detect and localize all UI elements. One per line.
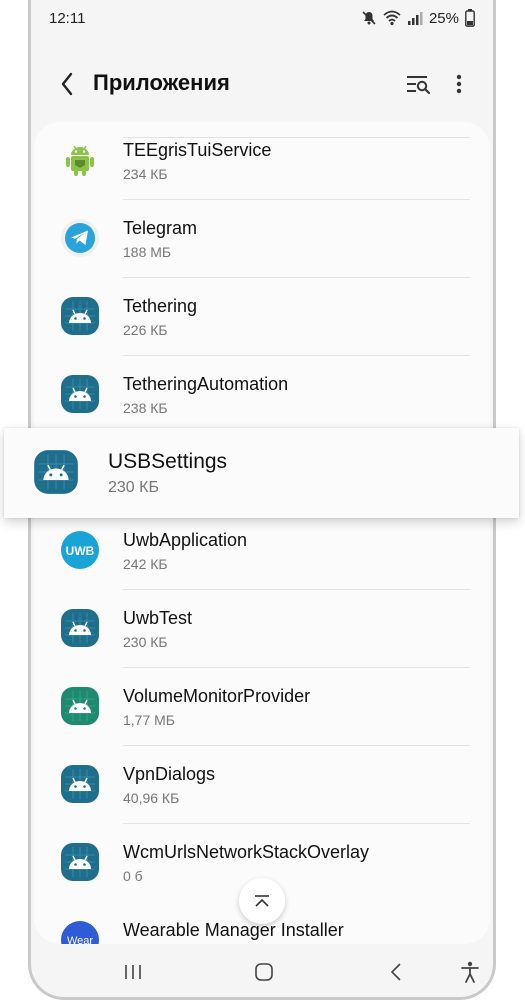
android-green-icon (66, 145, 94, 176)
app-size: 238 КБ (123, 400, 168, 416)
back-icon (390, 963, 401, 981)
wifi-icon (383, 10, 401, 26)
android-system-icon (61, 375, 99, 413)
android-system-icon (61, 765, 99, 803)
app-name: TEEgrisTuiService (123, 140, 272, 160)
app-name: TetheringAutomation (123, 374, 289, 394)
scroll-to-top-button[interactable] (239, 878, 285, 924)
list-item[interactable]: TEEgrisTuiService 234 КБ (34, 122, 490, 200)
app-name: Telegram (123, 218, 198, 238)
home-icon (255, 963, 273, 981)
android-system-icon (61, 843, 99, 881)
app-size: 242 КБ (123, 556, 168, 572)
app-size: 230 КБ (108, 479, 159, 496)
sort-search-icon (407, 76, 431, 95)
app-name: VpnDialogs (123, 764, 216, 784)
app-name: UwbApplication (123, 530, 248, 550)
android-teal-icon (61, 687, 99, 725)
more-options-icon (456, 74, 462, 94)
recents-icon (125, 965, 141, 979)
app-size: 230 КБ (123, 634, 168, 650)
wear-icon: Wear (61, 921, 99, 944)
list-item[interactable]: UwbTest 230 КБ (34, 590, 490, 668)
app-size: 188 МБ (123, 244, 172, 260)
back-arrow-icon (61, 72, 73, 96)
list-item[interactable]: VpnDialogs 40,96 КБ (34, 746, 490, 824)
android-system-icon (61, 297, 99, 335)
status-icons: 25% (361, 9, 475, 27)
android-system-icon (61, 609, 99, 647)
filter-sort-button[interactable] (403, 70, 433, 98)
mute-icon (362, 11, 376, 25)
highlighted-list-item[interactable]: USBSettings 230 КБ (4, 428, 519, 518)
list-item[interactable]: Tethering 226 КБ (34, 278, 490, 356)
back-nav-button[interactable] (381, 960, 411, 984)
signal-icon (407, 12, 423, 25)
app-size: 226 КБ (123, 322, 168, 338)
status-time: 12:11 (49, 9, 86, 27)
app-size: 234 КБ (123, 166, 168, 182)
android-system-icon (34, 450, 78, 494)
uwb-icon: UWB (61, 531, 99, 569)
app-name: USBSettings (108, 450, 228, 473)
list-item[interactable]: UWB UwbApplication 242 КБ (34, 512, 490, 590)
back-button[interactable] (53, 70, 81, 98)
app-size: 0 б (123, 868, 143, 884)
navigation-bar (28, 944, 496, 1000)
battery-icon (465, 9, 475, 27)
accessibility-button[interactable] (455, 960, 485, 984)
status-bar: 12:11 25% (31, 0, 493, 36)
battery-percent: 25% (428, 9, 459, 27)
list-item[interactable]: TetheringAutomation 238 КБ (34, 356, 490, 434)
list-item[interactable]: Telegram 188 МБ (34, 200, 490, 278)
recents-button[interactable] (118, 960, 148, 984)
app-size: 40,96 КБ (123, 790, 180, 806)
app-bar: Приложения (31, 56, 493, 112)
app-name: UwbTest (123, 608, 193, 628)
list-item[interactable]: VolumeMonitorProvider 1,77 МБ (34, 668, 490, 746)
home-button[interactable] (249, 960, 279, 984)
accessibility-icon (461, 961, 479, 983)
app-name: Wearable Manager Installer (123, 920, 344, 940)
app-name: WcmUrlsNetworkStackOverlay (123, 842, 370, 862)
telegram-icon (61, 219, 99, 257)
app-name: VolumeMonitorProvider (123, 686, 311, 706)
wear-icon-text: Wear (67, 935, 93, 944)
app-name: Tethering (123, 296, 198, 316)
app-list[interactable]: TEEgrisTuiService 234 КБ Telegram 188 МБ (34, 122, 490, 944)
more-options-button[interactable] (449, 70, 469, 98)
page-title: Приложения (93, 70, 230, 95)
app-size: 1,77 МБ (123, 712, 175, 728)
uwb-icon-text: UWB (66, 544, 95, 558)
chevron-up-icon (255, 895, 269, 907)
